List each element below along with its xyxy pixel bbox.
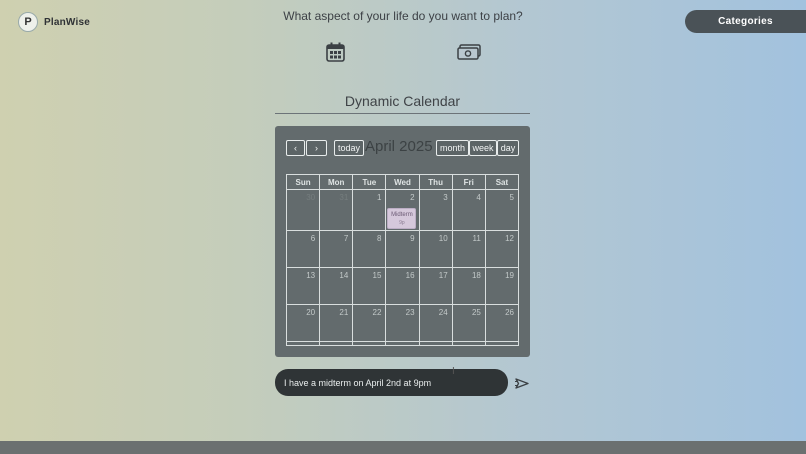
day-number: 17 xyxy=(438,271,448,280)
day-number: 12 xyxy=(505,234,514,243)
day-number: 3 xyxy=(443,193,448,202)
day-cell[interactable]: 22 xyxy=(353,305,387,342)
day-cell[interactable]: 10 xyxy=(419,231,453,268)
month-label: April 2025 xyxy=(365,138,433,155)
day-number: 25 xyxy=(471,308,481,317)
day-cell[interactable]: 9 xyxy=(386,231,420,268)
weekday-label: Mon xyxy=(320,175,354,190)
day-cell[interactable]: 1 xyxy=(353,190,387,231)
next-month-button[interactable]: › xyxy=(306,140,327,156)
day-cell xyxy=(287,342,321,346)
day-number: 19 xyxy=(505,271,514,280)
plan-input[interactable]: I have a midterm on April 2nd at 9pm xyxy=(275,369,508,396)
day-cell xyxy=(320,342,354,346)
day-cell[interactable]: 17 xyxy=(419,268,453,305)
day-number: 9 xyxy=(410,234,415,243)
day-number: 13 xyxy=(306,271,316,280)
day-cell[interactable]: 19 xyxy=(485,268,519,305)
calendar-event[interactable]: Midterm 9p xyxy=(387,208,417,229)
day-number: 24 xyxy=(438,308,448,317)
day-number: 20 xyxy=(306,308,316,317)
day-cell xyxy=(485,342,519,346)
day-number: 2 xyxy=(410,193,415,202)
prev-month-button[interactable]: ‹ xyxy=(286,140,305,156)
money-icon[interactable] xyxy=(457,44,481,65)
day-number: 23 xyxy=(405,308,415,317)
day-number: 30 xyxy=(306,193,316,202)
week-row: 13 14 15 16 17 18 19 xyxy=(287,268,519,305)
day-number: 22 xyxy=(372,308,382,317)
weekday-label: Wed xyxy=(386,175,420,190)
day-cell[interactable]: 14 xyxy=(320,268,354,305)
day-number: 11 xyxy=(472,234,481,243)
text-cursor-icon: I xyxy=(452,366,455,377)
title-divider xyxy=(275,113,530,114)
day-cell xyxy=(353,342,387,346)
day-cell[interactable]: 30 xyxy=(287,190,321,231)
day-number: 8 xyxy=(376,234,382,243)
calendar-panel: ‹ › today April 2025 month week day Sun … xyxy=(275,126,530,357)
week-row: 30 31 1 2 Midterm 9p 3 4 5 xyxy=(287,190,519,231)
today-button[interactable]: today xyxy=(334,140,364,156)
day-number: 14 xyxy=(339,271,349,280)
day-number: 18 xyxy=(471,271,481,280)
day-cell xyxy=(419,342,453,346)
day-number: 5 xyxy=(509,193,514,202)
day-number: 16 xyxy=(405,271,415,280)
bottom-bar xyxy=(0,441,806,454)
day-cell[interactable]: 12 xyxy=(485,231,519,268)
day-number: 26 xyxy=(505,308,514,317)
day-cell[interactable]: 11 xyxy=(452,231,486,268)
day-number: 7 xyxy=(343,234,349,243)
day-cell[interactable]: 6 xyxy=(287,231,321,268)
weekday-header: Sun Mon Tue Wed Thu Fri Sat xyxy=(287,175,519,190)
day-cell[interactable]: 20 xyxy=(287,305,321,342)
day-cell[interactable]: 23 xyxy=(386,305,420,342)
day-cell[interactable]: 21 xyxy=(320,305,354,342)
day-cell[interactable]: 16 xyxy=(386,268,420,305)
day-cell xyxy=(452,342,486,346)
day-number: 21 xyxy=(339,308,349,317)
event-time: 9p xyxy=(399,220,405,226)
calendar-grid: Sun Mon Tue Wed Thu Fri Sat 30 31 1 2 Mi… xyxy=(286,174,519,346)
week-row: 20 21 22 23 24 25 26 xyxy=(287,305,519,342)
calendar-icon[interactable] xyxy=(326,42,345,67)
day-number: 6 xyxy=(310,234,316,243)
weekday-label: Tue xyxy=(353,175,387,190)
week-view-button[interactable]: week xyxy=(469,140,497,156)
weekday-label: Sun xyxy=(287,175,321,190)
weekday-label: Sat xyxy=(485,175,519,190)
day-number: 1 xyxy=(376,193,382,202)
day-cell[interactable]: 25 xyxy=(452,305,486,342)
day-cell[interactable]: 26 xyxy=(485,305,519,342)
day-cell[interactable]: 31 xyxy=(320,190,354,231)
day-cell[interactable]: 24 xyxy=(419,305,453,342)
day-number: 10 xyxy=(438,234,448,243)
day-cell[interactable]: 13 xyxy=(287,268,321,305)
day-cell[interactable]: 18 xyxy=(452,268,486,305)
day-cell[interactable]: 8 xyxy=(353,231,387,268)
categories-button[interactable]: Categories xyxy=(685,10,806,33)
day-cell[interactable]: 3 xyxy=(419,190,453,231)
day-cell[interactable]: 4 xyxy=(452,190,486,231)
send-icon[interactable] xyxy=(515,376,529,394)
weekday-label: Fri xyxy=(452,175,486,190)
day-number: 4 xyxy=(476,193,481,202)
calendar-title: Dynamic Calendar xyxy=(344,93,461,109)
weekday-label: Thu xyxy=(419,175,453,190)
day-cell[interactable]: 5 xyxy=(485,190,519,231)
week-row: 6 7 8 9 10 11 12 xyxy=(287,231,519,268)
day-cell[interactable]: 2 Midterm 9p xyxy=(386,190,420,231)
month-view-button[interactable]: month xyxy=(436,140,469,156)
day-number: 15 xyxy=(372,271,382,280)
week-row-partial xyxy=(287,342,519,346)
day-number: 31 xyxy=(339,193,349,202)
day-cell[interactable]: 15 xyxy=(353,268,387,305)
day-cell[interactable]: 7 xyxy=(320,231,354,268)
day-cell xyxy=(386,342,420,346)
day-view-button[interactable]: day xyxy=(497,140,519,156)
event-title: Midterm xyxy=(391,212,413,218)
